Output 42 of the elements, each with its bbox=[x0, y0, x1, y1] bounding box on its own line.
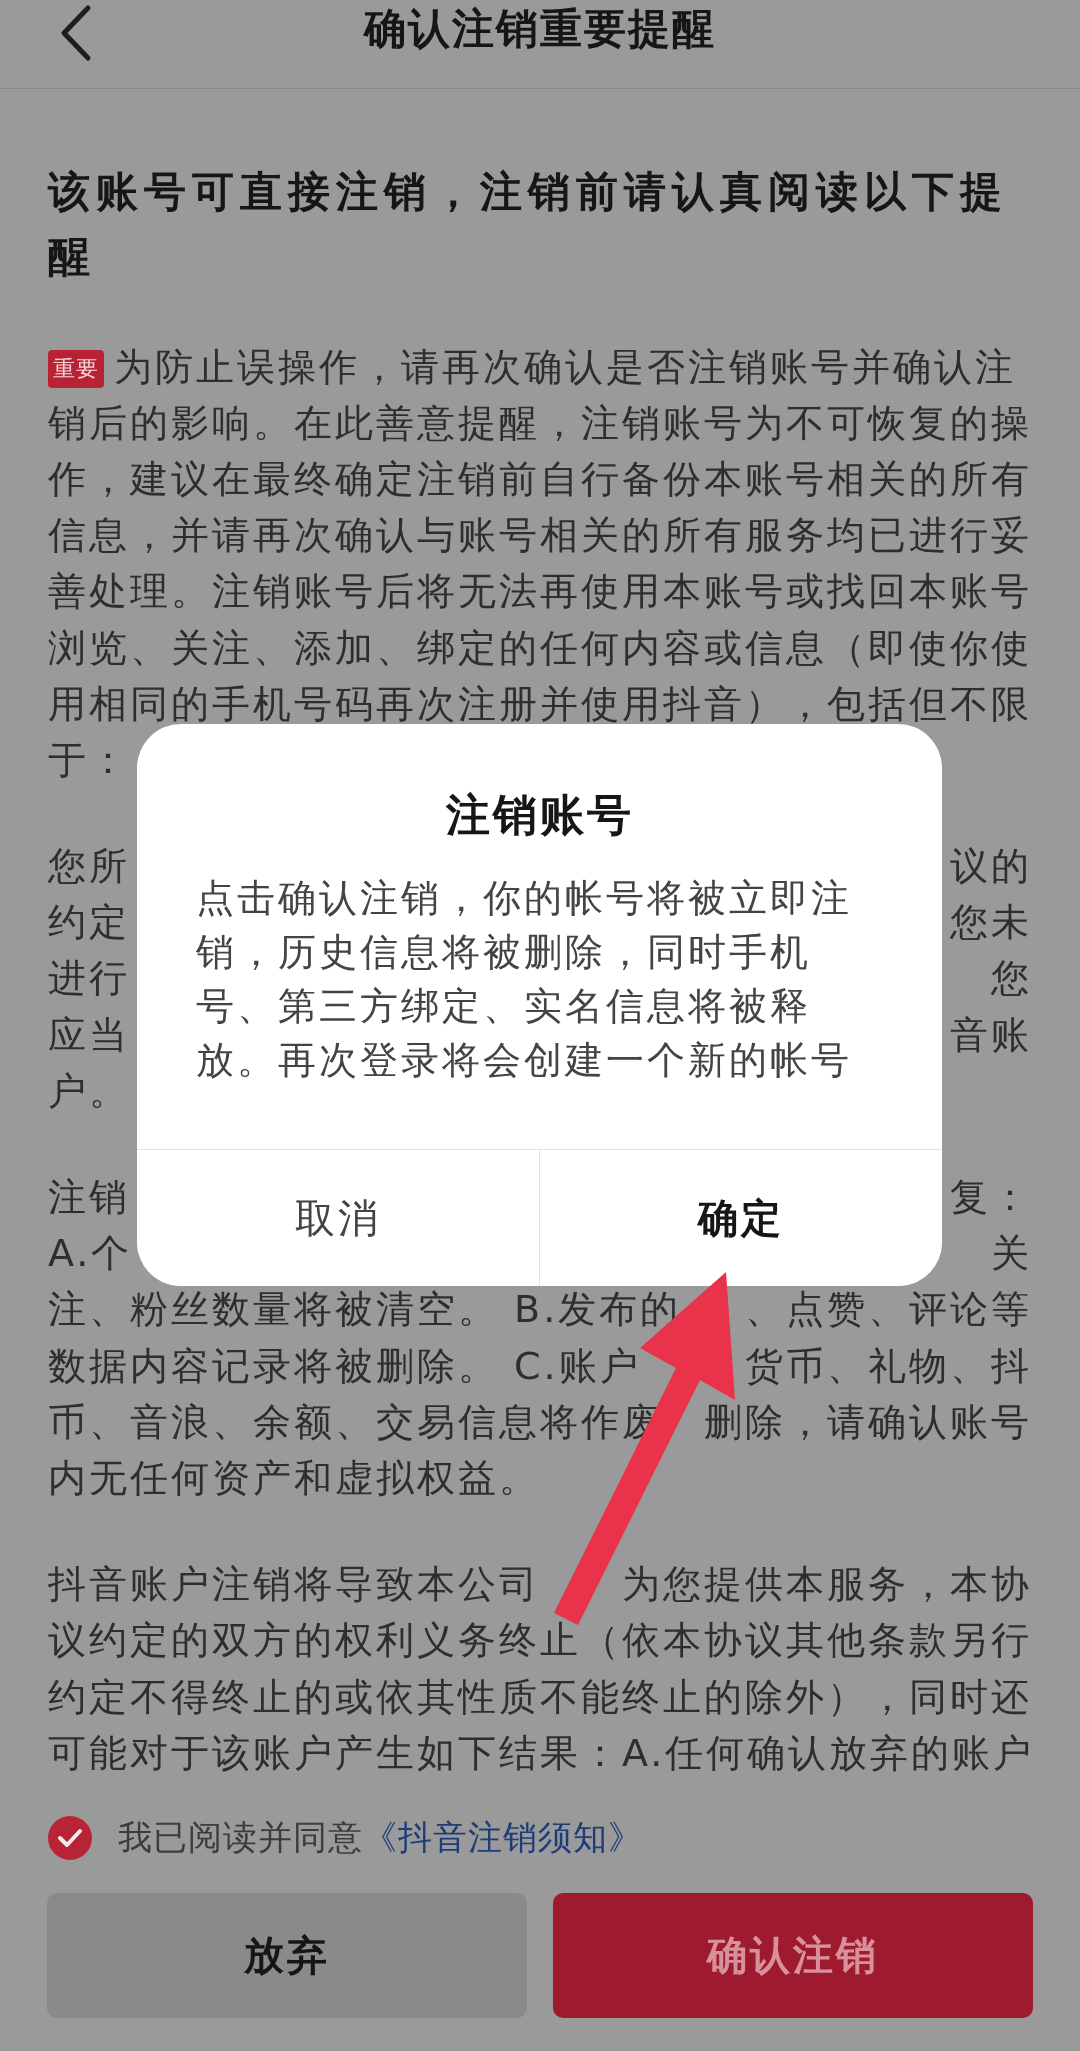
text-fragment: 、点赞、评论等 bbox=[745, 1286, 1032, 1334]
text-fragment: 进行 bbox=[48, 955, 130, 1003]
text-fragment: 议的 bbox=[950, 843, 1032, 891]
text-fragment: 应当 bbox=[48, 1011, 130, 1059]
heading: 该账号可直接注销，注销前请认真阅读以下提醒 bbox=[48, 166, 1009, 283]
dialog-message: 点击确认注销，你的帐号将被立即注销，历史信息将被删除，同时手机号、第三方绑定、实名信息将被释放。再次登录将会创建一个新的帐号 bbox=[195, 875, 853, 1084]
text-line: 可能对于该账户产生如下结果：A.任何确认放弃的账户 bbox=[48, 1729, 1035, 1777]
ok-button[interactable]: 确定 bbox=[539, 1150, 942, 1286]
agreement-text: 我已阅读并同意《抖音注销须知》 bbox=[118, 1816, 643, 1859]
text-line: 约定不得终止的或依其性质不能终止的除外），同时还 bbox=[48, 1673, 1032, 1721]
text-fragment: 抖音账户注销将导致本公司 bbox=[48, 1561, 540, 1609]
text-fragment: 音账 bbox=[950, 1011, 1032, 1059]
text-fragment: 约定 bbox=[48, 899, 130, 947]
text-fragment: 货币、礼物、抖 bbox=[745, 1342, 1032, 1390]
text-fragment: 于： bbox=[48, 736, 130, 784]
important-badge: 重要 bbox=[48, 350, 104, 389]
text-line: 内无任何资产和虚拟权益。 bbox=[48, 1454, 540, 1502]
text-line: 销后的影响。在此善意提醒，注销账号为不可恢复的操 bbox=[48, 399, 1032, 447]
text-fragment: 删除，请确认账号 bbox=[704, 1398, 1032, 1446]
text-fragment: 为您提供本服务，本协 bbox=[622, 1561, 1032, 1609]
text-line: 善处理。注销账号后将无法再使用本账号或找回本账号 bbox=[48, 568, 1032, 616]
text-line: 信息，并请再次确认与账号相关的所有服务均已进行妥 bbox=[48, 512, 1032, 560]
text-line: 浏览、关注、添加、绑定的任何内容或信息（即使你使 bbox=[48, 624, 1032, 672]
text-line: 用相同的手机号码再次注册并使用抖音），包括但不限 bbox=[48, 680, 1032, 728]
text-fragment: 数据内容记录将被删除。 C.账户 bbox=[48, 1342, 641, 1390]
dialog-title: 注销账号 bbox=[444, 788, 635, 842]
text-fragment: 户。 bbox=[48, 1067, 130, 1115]
text-fragment: A.个 bbox=[48, 1230, 133, 1278]
text-line: 议约定的双方的权利义务终止（依本协议其他条款另行 bbox=[48, 1617, 1032, 1665]
text-fragment: 复： bbox=[950, 1174, 1032, 1222]
text-line: 作，建议在最终确定注销前自行备份本账号相关的所有 bbox=[48, 455, 1032, 503]
abandon-button[interactable]: 放弃 bbox=[47, 1893, 527, 2018]
terms-link[interactable]: 《抖音注销须知》 bbox=[363, 1817, 643, 1857]
checkbox[interactable] bbox=[48, 1816, 92, 1860]
page-title: 确认注销重要提醒 bbox=[364, 3, 716, 55]
text-fragment: 您 bbox=[991, 955, 1032, 1003]
text-fragment: 关 bbox=[991, 1230, 1032, 1278]
text-fragment: 您所 bbox=[48, 843, 130, 891]
confirm-button[interactable]: 确认注销 bbox=[553, 1893, 1033, 2018]
text-line: 重要 为防止误操作，请再次确认是否注销账号并确认注 bbox=[48, 341, 1016, 393]
text-fragment: 您未 bbox=[950, 899, 1032, 947]
text-fragment: 注销 bbox=[48, 1174, 130, 1222]
